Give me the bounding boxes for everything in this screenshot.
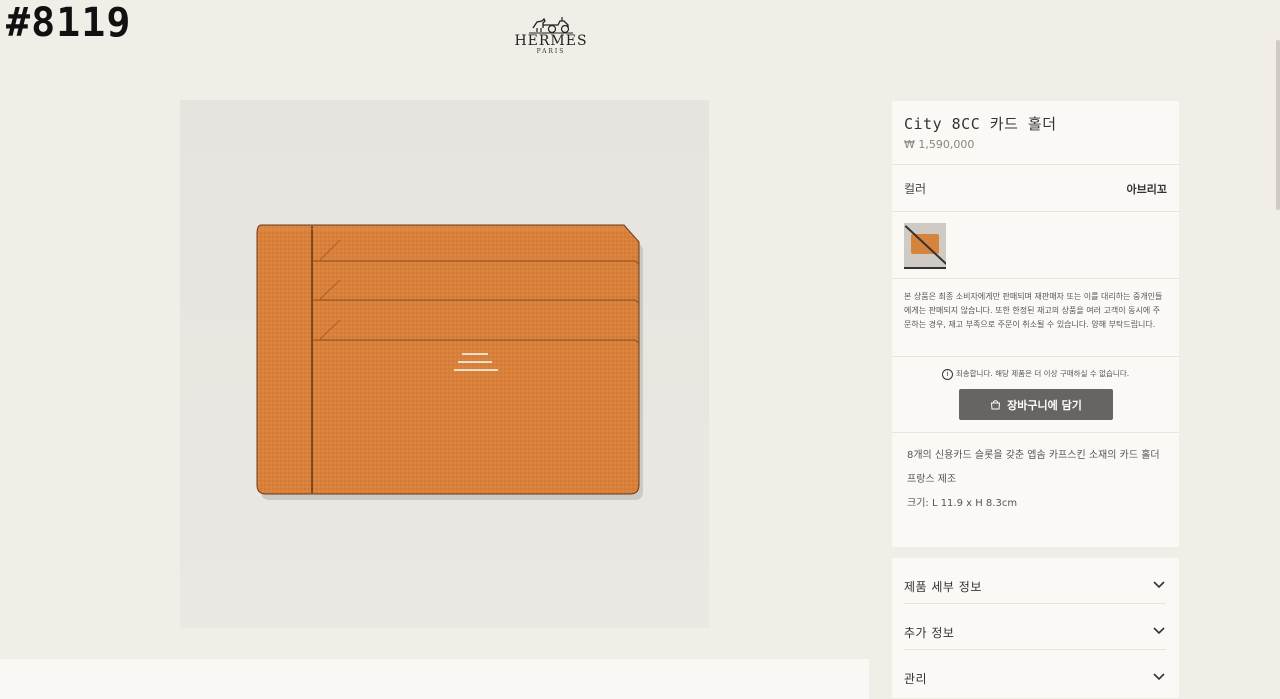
horse-carriage-icon [529,17,573,34]
out-of-stock-text: 죄송합니다. 해당 제품은 더 이상 구매하실 수 없습니다. [955,369,1130,378]
color-swatch[interactable] [904,223,946,269]
size-text: 크기: L 11.9 x H 8.3cm [907,498,1018,509]
card-holder-illustration [256,224,643,500]
info-circle-icon: i [941,368,953,380]
add-to-cart-label: 장바구니에 담기 [1007,398,1082,412]
color-label: 컬러 [904,182,927,196]
product-price: ₩ 1,590,000 [904,138,975,151]
accordion-item-details[interactable]: 제품 세부 정보 [904,558,1166,604]
content-panel [0,659,869,699]
accordion-panel: 제품 세부 정보 추가 정보 관리 [892,558,1179,698]
product-image[interactable] [180,100,709,628]
stock-row: i 죄송합니다. 해당 제품은 더 이상 구매하실 수 없습니다. 장바구니에 담… [892,357,1179,433]
shopping-bag-icon [991,400,1001,410]
accordion-label: 관리 [904,672,928,686]
description-text: 8개의 신용카드 슬롯을 갖춘 엡솜 카프스킨 소재의 카드 홀더 [907,450,1160,461]
notice-row: 본 상품은 최종 소비자에게만 판매되며 재판매자 또는 이를 대리하는 중개인… [892,279,1179,357]
product-title: City 8CC 카드 홀더 [904,115,1057,133]
color-row: 컬러 아브리꼬 [892,165,1179,212]
brand-name: HERMES [514,33,588,49]
origin-text: 프랑스 제조 [907,474,957,485]
accordion-item-care[interactable]: 관리 [904,650,1166,695]
scrollbar-thumb[interactable] [1276,40,1280,210]
resale-notice: 본 상품은 최종 소비자에게만 판매되며 재판매자 또는 이를 대리하는 중개인… [904,292,1163,329]
chevron-down-icon [1153,673,1165,681]
accordion-item-additional[interactable]: 추가 정보 [904,604,1166,650]
accordion-label: 제품 세부 정보 [904,580,982,594]
out-of-stock-message: i 죄송합니다. 해당 제품은 더 이상 구매하실 수 없습니다. [892,368,1179,380]
chevron-down-icon [1153,627,1165,635]
brand-city: PARIS [536,48,566,55]
accordion-label: 추가 정보 [904,626,955,640]
swatch-row [892,212,1179,279]
color-value: 아브리꼬 [1126,183,1167,196]
chevron-down-icon [1153,581,1165,589]
add-to-cart-button[interactable]: 장바구니에 담기 [959,389,1113,420]
brand-logo[interactable]: HERMES PARIS [510,16,592,56]
overlay-tag: #8119 [6,0,132,46]
product-description: 8개의 신용카드 슬롯을 갖춘 엡솜 카프스킨 소재의 카드 홀더 프랑스 제조… [907,447,1167,519]
title-row: City 8CC 카드 홀더 ₩ 1,590,000 [892,101,1179,165]
